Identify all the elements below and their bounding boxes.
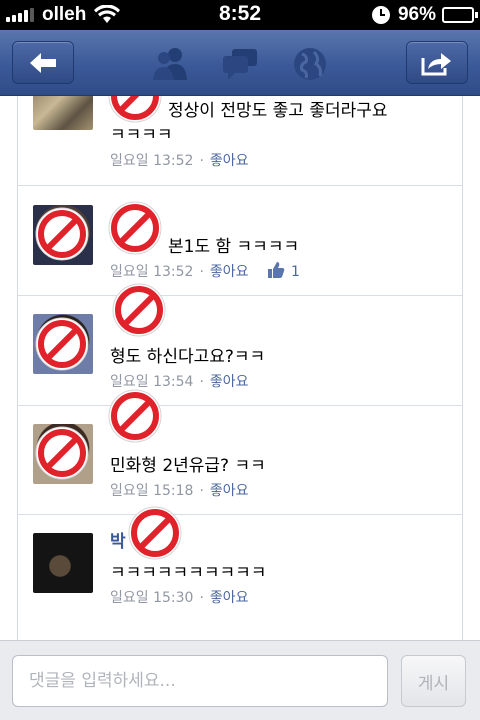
like-link[interactable]: 좋아요 (210, 153, 249, 169)
comment-row: 민화형 2년유급? ㅋㅋ 일요일 15:18 · 좋아요 (18, 389, 462, 515)
comment-meta: 일요일 13:52 · 좋아요 (110, 153, 249, 169)
like-link[interactable]: 좋아요 (210, 264, 249, 280)
comment-time: 일요일 15:30 (110, 590, 194, 606)
blocked-icon (108, 96, 162, 123)
comment-time: 일요일 15:18 (110, 483, 194, 499)
blocked-icon (108, 201, 162, 255)
back-arrow-icon (30, 52, 56, 73)
comment-text: 민화형 2년유급? ㅋㅋ (110, 456, 266, 476)
comment-text: 정상이 전망도 좋고 좋더라구요 (168, 101, 388, 121)
comment-text: 본1도 함 ㅋㅋㅋㅋ (168, 237, 300, 257)
back-button[interactable] (12, 41, 74, 84)
like-link[interactable]: 좋아요 (210, 483, 249, 499)
blocked-icon (35, 207, 89, 261)
comment-text: ㅋㅋㅋㅋㅋㅋㅋㅋㅋㅋ (110, 563, 267, 583)
comment-meta: 일요일 15:18 · 좋아요 (110, 483, 249, 499)
battery-icon (442, 7, 478, 23)
like-link[interactable]: 좋아요 (210, 590, 249, 606)
blocked-icon (35, 317, 89, 371)
comment-row: 박 ㅋㅋㅋㅋㅋㅋㅋㅋㅋㅋ 일요일 15:30 · 좋아요 (18, 506, 462, 640)
comment-row: 형도 하신다고요?ㅋㅋ 일요일 13:54 · 좋아요 (18, 283, 462, 406)
nav-tabs (150, 44, 330, 84)
comment-row: 본1도 함 ㅋㅋㅋㅋ 일요일 13:52 · 좋아요 1 (18, 187, 462, 296)
like-count: 1 (290, 264, 300, 280)
share-button[interactable] (406, 41, 468, 84)
comment-time: 일요일 13:52 (110, 264, 194, 280)
status-bar: olleh 8:52 96% (0, 0, 480, 30)
post-button[interactable]: 게시 (401, 655, 466, 707)
commenter-avatar[interactable] (33, 533, 93, 593)
comment-input[interactable] (12, 655, 388, 707)
orientation-lock-icon (371, 6, 390, 24)
comment-text: 형도 하신다고요?ㅋㅋ (110, 347, 266, 367)
comment-composer: 게시 (0, 640, 480, 720)
comment-meta: 일요일 13:52 · 좋아요 1 (110, 261, 300, 281)
battery-percent: 96% (397, 4, 436, 25)
blocked-icon (108, 389, 162, 443)
comment-meta: 일요일 15:30 · 좋아요 (110, 590, 249, 606)
thumbs-up-icon (267, 262, 285, 278)
blocked-icon (35, 426, 89, 480)
friends-icon[interactable] (150, 46, 190, 82)
messages-icon[interactable] (220, 46, 260, 82)
share-icon (421, 52, 451, 75)
comment-list[interactable]: 정상이 전망도 좋고 좋더라구요 ㅋㅋㅋㅋ 일요일 13:52 · 좋아요 본1도 … (17, 96, 463, 640)
commenter-avatar[interactable] (33, 96, 93, 130)
like-link[interactable]: 좋아요 (210, 374, 249, 390)
commenter-name[interactable]: 박 (110, 527, 126, 552)
navigation-bar (0, 30, 480, 96)
globe-icon[interactable] (290, 46, 330, 82)
comment-time: 일요일 13:52 (110, 153, 194, 169)
blocked-icon (112, 283, 166, 337)
comment-row: 정상이 전망도 좋고 좋더라구요 ㅋㅋㅋㅋ 일요일 13:52 · 좋아요 (18, 96, 462, 186)
blocked-icon (128, 506, 182, 560)
